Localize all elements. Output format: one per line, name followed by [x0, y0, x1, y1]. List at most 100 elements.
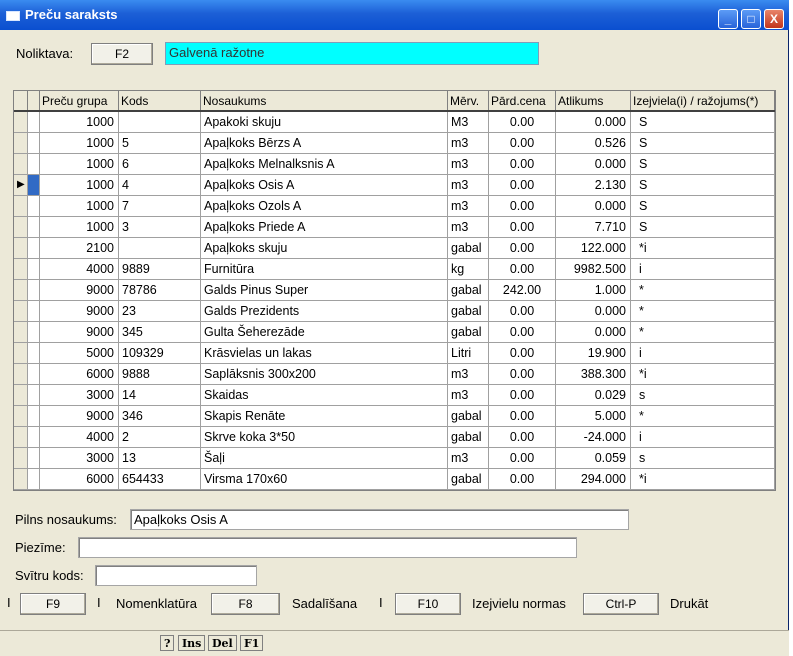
row-indicator[interactable] — [14, 133, 28, 154]
cell-unit[interactable]: gabal — [448, 301, 489, 322]
cell-stock[interactable]: 294.000 — [556, 469, 631, 490]
cell-price[interactable]: 0.00 — [489, 133, 556, 154]
row-mark[interactable] — [28, 259, 40, 280]
table-row[interactable]: 6000 9888 Saplāksnis 300x200 m3 0.00 388.300 *… — [14, 364, 775, 385]
cell-stock[interactable]: 0.059 — [556, 448, 631, 469]
cell-type[interactable]: S — [631, 112, 775, 133]
row-mark[interactable] — [28, 364, 40, 385]
cell-group[interactable]: 2100 — [40, 238, 119, 259]
cell-group[interactable]: 4000 — [40, 427, 119, 448]
cell-stock[interactable]: 388.300 — [556, 364, 631, 385]
row-mark[interactable] — [28, 196, 40, 217]
cell-name[interactable]: Apaļkoks Osis A — [201, 175, 448, 196]
cell-type[interactable]: i — [631, 259, 775, 280]
close-button[interactable]: X — [764, 9, 784, 29]
header-unit[interactable]: Mērv. — [448, 91, 489, 110]
cell-name[interactable]: Šaļi — [201, 448, 448, 469]
cell-code[interactable]: 345 — [119, 322, 201, 343]
row-mark[interactable] — [28, 175, 40, 196]
cell-name[interactable]: Saplāksnis 300x200 — [201, 364, 448, 385]
cell-price[interactable]: 0.00 — [489, 196, 556, 217]
row-indicator[interactable] — [14, 301, 28, 322]
cell-stock[interactable]: 9982.500 — [556, 259, 631, 280]
row-indicator[interactable] — [14, 196, 28, 217]
table-row[interactable]: 3000 13 Šaļi m3 0.00 0.059 s — [14, 448, 775, 469]
cell-type[interactable]: s — [631, 385, 775, 406]
cell-price[interactable]: 0.00 — [489, 238, 556, 259]
cell-name[interactable]: Apaļkoks Melnalksnis A — [201, 154, 448, 175]
cell-stock[interactable]: 19.900 — [556, 343, 631, 364]
cell-unit[interactable]: gabal — [448, 322, 489, 343]
table-row[interactable]: 9000 23 Galds Prezidents gabal 0.00 0.000 * — [14, 301, 775, 322]
table-row[interactable]: 1000 6 Apaļkoks Melnalksnis Am3 0.00 0.000 S — [14, 154, 775, 175]
cell-group[interactable]: 1000 — [40, 112, 119, 133]
cell-price[interactable]: 0.00 — [489, 175, 556, 196]
row-mark[interactable] — [28, 301, 40, 322]
table-row[interactable]: 9000 78786 Galds Pinus Super gabal 242.00 1.0… — [14, 280, 775, 301]
row-indicator[interactable] — [14, 385, 28, 406]
cell-stock[interactable]: 0.000 — [556, 322, 631, 343]
row-mark[interactable] — [28, 280, 40, 301]
row-indicator[interactable] — [14, 406, 28, 427]
cell-unit[interactable]: m3 — [448, 448, 489, 469]
cell-group[interactable]: 3000 — [40, 385, 119, 406]
warehouse-field[interactable]: Galvenā ražotne — [165, 42, 539, 65]
cell-unit[interactable]: gabal — [448, 406, 489, 427]
header-name[interactable]: Nosaukums — [201, 91, 448, 110]
cell-price[interactable]: 0.00 — [489, 343, 556, 364]
cell-name[interactable]: Skrve koka 3*50 — [201, 427, 448, 448]
cell-unit[interactable]: m3 — [448, 196, 489, 217]
cell-group[interactable]: 9000 — [40, 280, 119, 301]
table-row[interactable]: 4000 9889 Furnitūra kg 0.00 9982.500 i — [14, 259, 775, 280]
ins-key[interactable]: Ins — [178, 635, 206, 651]
cell-unit[interactable]: gabal — [448, 238, 489, 259]
cell-code[interactable]: 2 — [119, 427, 201, 448]
cell-name[interactable]: Galds Pinus Super — [201, 280, 448, 301]
cell-stock[interactable]: 0.000 — [556, 154, 631, 175]
cell-code[interactable] — [119, 238, 201, 259]
header-code[interactable]: Kods — [119, 91, 201, 110]
cell-stock[interactable]: 0.029 — [556, 385, 631, 406]
cell-name[interactable]: Apaļkoks skuju — [201, 238, 448, 259]
cell-stock[interactable]: 1.000 — [556, 280, 631, 301]
cell-price[interactable]: 0.00 — [489, 217, 556, 238]
row-mark[interactable] — [28, 112, 40, 133]
table-row[interactable]: 1000 5 Apaļkoks Bērzs Am3 0.00 0.526 S — [14, 133, 775, 154]
cell-group[interactable]: 1000 — [40, 196, 119, 217]
cell-type[interactable]: i — [631, 343, 775, 364]
table-row[interactable]: 3000 14 Skaidas m3 0.00 0.029 s — [14, 385, 775, 406]
del-key[interactable]: Del — [208, 635, 237, 651]
row-mark[interactable] — [28, 154, 40, 175]
cell-stock[interactable]: 5.000 — [556, 406, 631, 427]
cell-code[interactable]: 3 — [119, 217, 201, 238]
cell-code[interactable]: 654433 — [119, 469, 201, 490]
cell-unit[interactable]: kg — [448, 259, 489, 280]
row-indicator[interactable] — [14, 217, 28, 238]
cell-group[interactable]: 6000 — [40, 469, 119, 490]
cell-group[interactable]: 5000 — [40, 343, 119, 364]
f10-button[interactable]: F10 — [395, 593, 461, 615]
row-mark[interactable] — [28, 322, 40, 343]
cell-unit[interactable]: m3 — [448, 217, 489, 238]
cell-type[interactable]: S — [631, 175, 775, 196]
header-group[interactable]: Preču grupa — [40, 91, 119, 110]
cell-stock[interactable]: 0.000 — [556, 301, 631, 322]
cell-code[interactable]: 9889 — [119, 259, 201, 280]
f1-key[interactable]: F1 — [240, 635, 264, 651]
cell-name[interactable]: Skapis Renāte — [201, 406, 448, 427]
cell-price[interactable]: 242.00 — [489, 280, 556, 301]
cell-group[interactable]: 4000 — [40, 259, 119, 280]
cell-price[interactable]: 0.00 — [489, 154, 556, 175]
cell-type[interactable]: S — [631, 154, 775, 175]
row-mark[interactable] — [28, 217, 40, 238]
cell-group[interactable]: 1000 — [40, 217, 119, 238]
cell-group[interactable]: 1000 — [40, 133, 119, 154]
note-field[interactable] — [78, 537, 577, 558]
cell-group[interactable]: 6000 — [40, 364, 119, 385]
cell-name[interactable]: Apakoki skuju — [201, 112, 448, 133]
cell-code[interactable]: 78786 — [119, 280, 201, 301]
products-grid[interactable]: Preču grupa Kods Nosaukums Mērv. Pārd.ce… — [13, 90, 776, 491]
cell-price[interactable]: 0.00 — [489, 406, 556, 427]
cell-name[interactable]: Furnitūra — [201, 259, 448, 280]
cell-type[interactable]: s — [631, 448, 775, 469]
